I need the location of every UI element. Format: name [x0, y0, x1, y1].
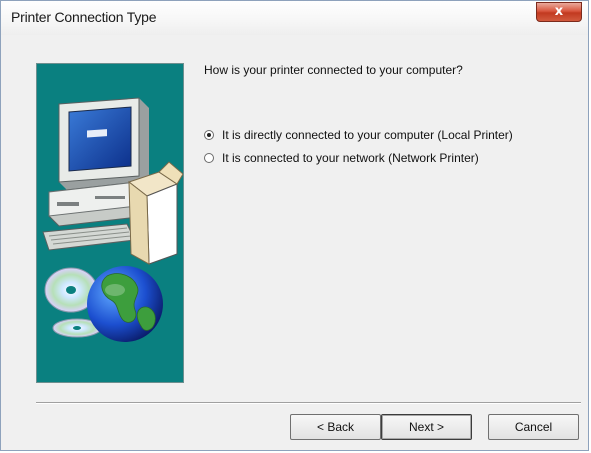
window-title: Printer Connection Type: [11, 9, 157, 25]
back-button[interactable]: < Back: [290, 414, 381, 440]
close-icon: x: [554, 4, 564, 19]
connection-question: How is your printer connected to your co…: [204, 63, 463, 77]
wizard-illustration: [36, 63, 184, 383]
cancel-button[interactable]: Cancel: [488, 414, 579, 440]
option-local-printer[interactable]: It is directly connected to your compute…: [204, 128, 513, 142]
network-printer-label: It is connected to your network (Network…: [222, 151, 479, 165]
printer-connection-dialog: Printer Connection Type x How is your pr…: [0, 0, 589, 451]
title-bar: Printer Connection Type x: [1, 1, 588, 35]
local-printer-label: It is directly connected to your compute…: [222, 128, 513, 142]
network-printer-radio[interactable]: [204, 153, 214, 163]
option-network-printer[interactable]: It is connected to your network (Network…: [204, 151, 479, 165]
local-printer-radio[interactable]: [204, 130, 214, 140]
close-button[interactable]: x: [536, 2, 582, 22]
illustration-art: [42, 97, 183, 342]
button-separator: [36, 402, 581, 404]
next-button[interactable]: Next >: [381, 414, 472, 440]
globe-icon: [87, 266, 163, 342]
